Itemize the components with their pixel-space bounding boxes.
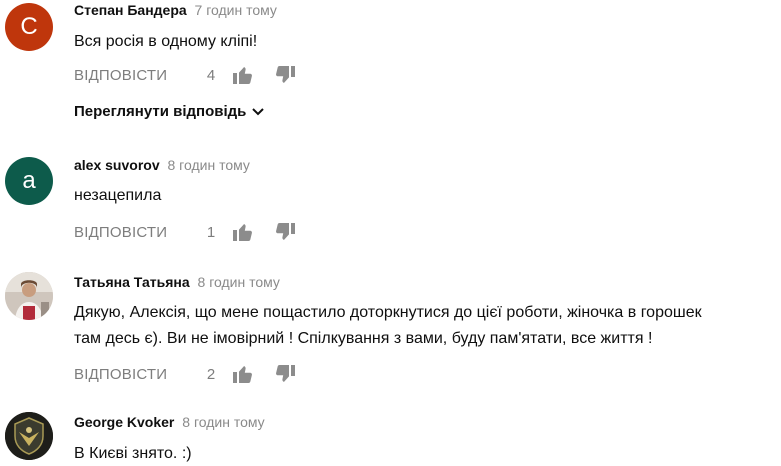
comment-text: незацепила xyxy=(74,187,162,204)
avatar-emblem xyxy=(5,412,53,460)
reply-button[interactable]: ВІДПОВІСТИ xyxy=(74,366,172,383)
avatar-letter: a xyxy=(22,167,36,194)
comment-header: Татьяна Татьяна 8 годин тому xyxy=(74,274,280,290)
avatar-letter: С xyxy=(20,13,38,40)
avatar[interactable] xyxy=(5,412,53,460)
view-replies-label: Переглянути відповідь xyxy=(74,103,247,120)
comment-header: Степан Бандера 7 годин тому xyxy=(74,2,277,18)
author-name[interactable]: George Kvoker xyxy=(74,414,174,430)
comment-header: George Kvoker 8 годин тому xyxy=(74,414,265,430)
comment-actions: ВІДПОВІСТИ 1 xyxy=(74,222,296,242)
chevron-down-icon xyxy=(252,107,265,116)
avatar[interactable]: a xyxy=(5,157,53,205)
thumbs-down-icon[interactable] xyxy=(274,222,296,242)
like-count: 1 xyxy=(206,223,216,241)
thumbs-down-icon[interactable] xyxy=(274,65,296,85)
comment-time[interactable]: 8 годин тому xyxy=(168,157,250,173)
avatar[interactable]: С xyxy=(5,3,53,51)
author-name[interactable]: Степан Бандера xyxy=(74,2,187,18)
comment-time[interactable]: 8 годин тому xyxy=(182,414,264,430)
reply-button[interactable]: ВІДПОВІСТИ xyxy=(74,224,172,241)
author-name[interactable]: alex suvorov xyxy=(74,157,160,173)
comment-actions: ВІДПОВІСТИ 4 xyxy=(74,65,296,85)
thumbs-up-icon[interactable] xyxy=(232,222,254,242)
comment-actions: ВІДПОВІСТИ 2 xyxy=(74,364,296,384)
comment-header: alex suvorov 8 годин тому xyxy=(74,157,250,173)
comment-text-line: там десь є). Ви не імовірний ! Спілкуван… xyxy=(74,330,653,347)
comment-time[interactable]: 8 годин тому xyxy=(198,274,280,290)
avatar-photo xyxy=(5,272,53,320)
thumbs-up-icon[interactable] xyxy=(232,364,254,384)
comment-text-line: Дякую, Алексія, що мене пощастило доторк… xyxy=(74,304,702,321)
like-count: 2 xyxy=(206,365,216,383)
like-count: 4 xyxy=(206,66,216,84)
thumbs-up-icon[interactable] xyxy=(232,65,254,85)
reply-button[interactable]: ВІДПОВІСТИ xyxy=(74,67,172,84)
comment-text: В Києві знято. :) xyxy=(74,445,192,462)
comment-text: Вся росія в одному кліпі! xyxy=(74,33,258,50)
comment-time[interactable]: 7 годин тому xyxy=(195,2,277,18)
thumbs-down-icon[interactable] xyxy=(274,364,296,384)
view-replies-button[interactable]: Переглянути відповідь xyxy=(74,103,265,120)
avatar[interactable] xyxy=(5,272,53,320)
author-name[interactable]: Татьяна Татьяна xyxy=(74,274,190,290)
